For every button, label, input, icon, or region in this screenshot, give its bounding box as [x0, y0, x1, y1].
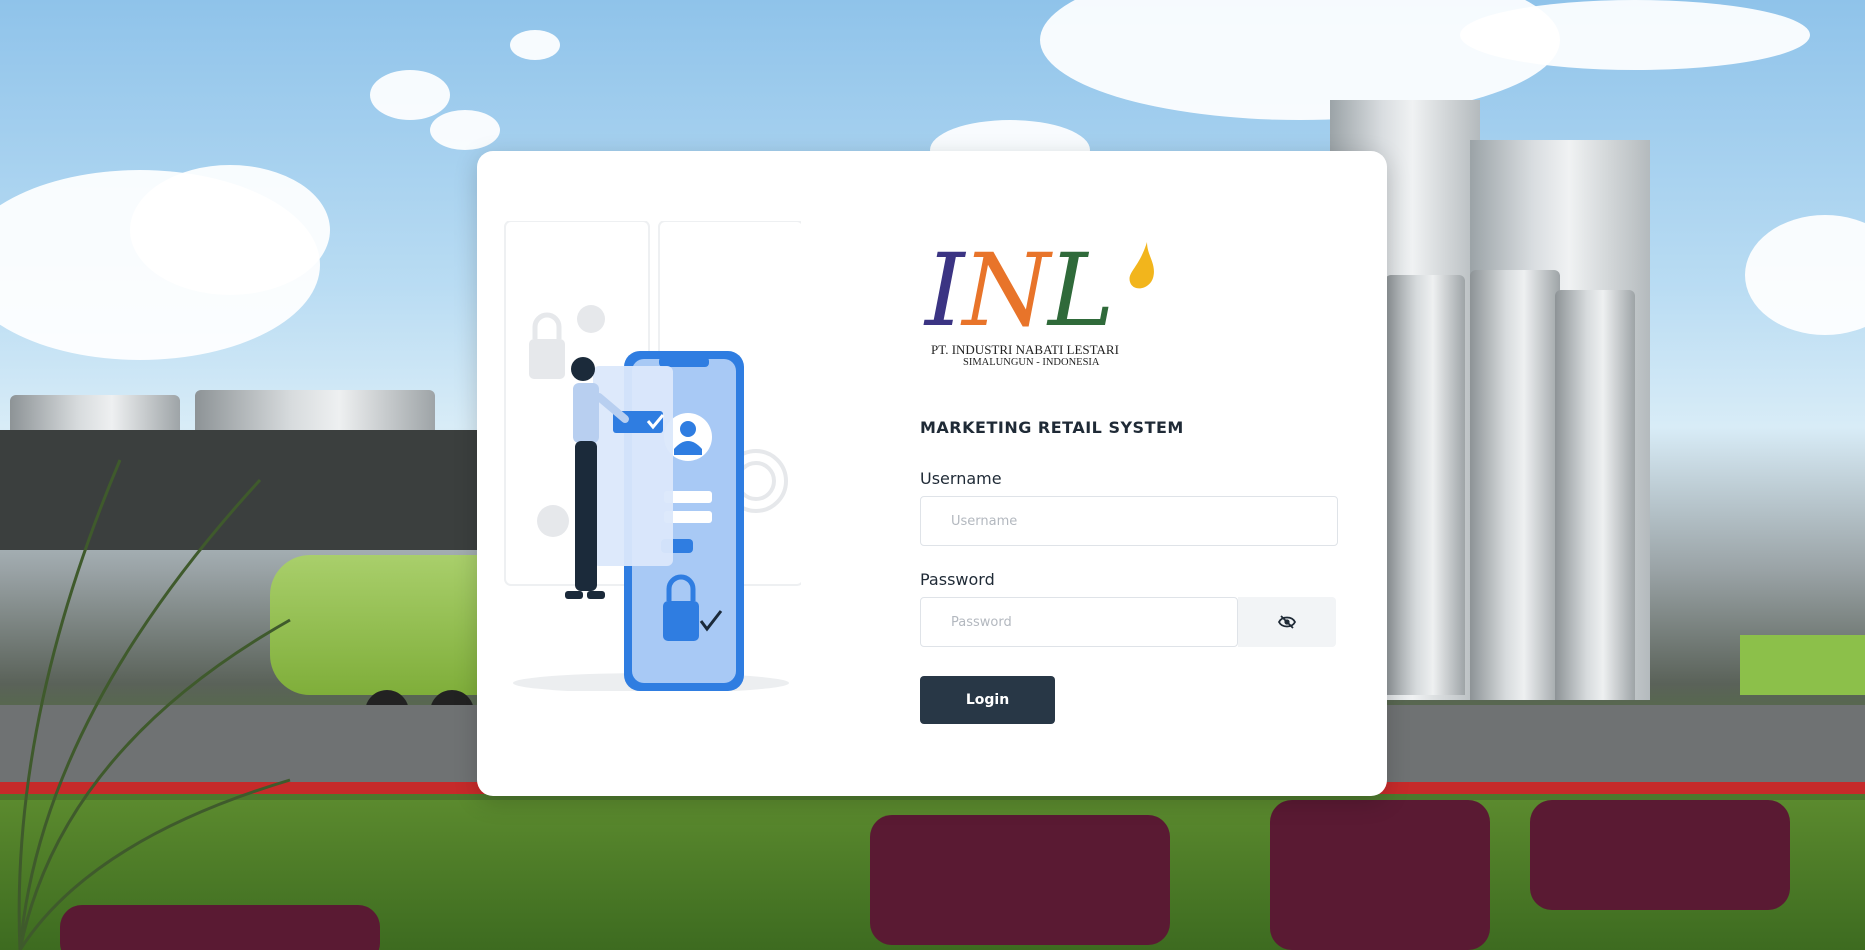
- username-input[interactable]: [920, 496, 1338, 546]
- username-label: Username: [920, 469, 1002, 488]
- logo-letter-i: I: [925, 232, 964, 349]
- company-name: PT. INDUSTRI NABATI LESTARI: [931, 342, 1119, 357]
- password-label: Password: [920, 570, 995, 589]
- logo-wordmark: INL: [925, 236, 1114, 346]
- logo-letter-n: N: [962, 232, 1050, 349]
- system-title: MARKETING RETAIL SYSTEM: [920, 418, 1184, 437]
- password-input[interactable]: [920, 597, 1238, 647]
- login-card: INL PT. INDUSTRI NABATI LESTARI SIMALUNG…: [477, 151, 1387, 796]
- toggle-password-visibility-button[interactable]: [1238, 597, 1336, 647]
- eye-slash-icon: [1278, 615, 1296, 629]
- security-illustration: [504, 221, 801, 691]
- company-logo: INL PT. INDUSTRI NABATI LESTARI SIMALUNG…: [925, 236, 1185, 376]
- company-location: SIMALUNGUN - INDONESIA: [963, 357, 1100, 368]
- login-button[interactable]: Login: [920, 676, 1055, 724]
- logo-letter-l: L: [1048, 232, 1114, 349]
- oil-drop-icon: [1129, 242, 1154, 289]
